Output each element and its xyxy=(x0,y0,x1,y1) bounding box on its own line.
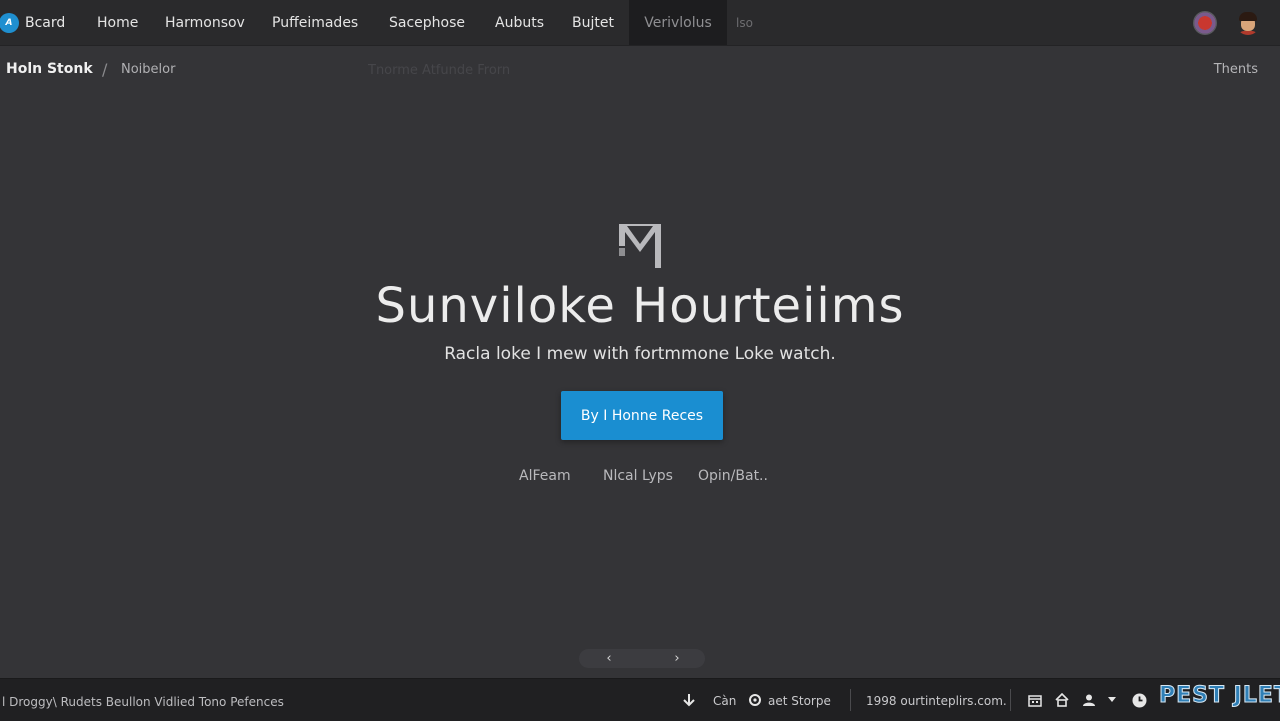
nav-item-active[interactable]: Verivlolus xyxy=(629,0,727,45)
home-icon[interactable] xyxy=(1053,691,1071,709)
hero-cta-button[interactable]: By I Honne Reces xyxy=(561,391,723,440)
breadcrumb-faded-label: Tnorme Atfunde Frorn xyxy=(368,63,511,78)
breadcrumb-root[interactable]: Holn Stonk xyxy=(6,61,93,77)
carousel-pager: ‹ › xyxy=(579,649,705,668)
nav-item-faded[interactable]: lso xyxy=(736,0,753,45)
nav-item-bujtet[interactable]: Bujtet xyxy=(572,0,614,45)
hero-title: Sunviloke Hourteiims xyxy=(375,278,905,334)
nav-item-sacephose[interactable]: Sacephose xyxy=(389,0,465,45)
chevron-right-icon[interactable]: › xyxy=(667,649,687,668)
clock-icon[interactable] xyxy=(1130,691,1148,709)
status-text: l Droggy\ Rudets Beullon Vidlied Tono Pe… xyxy=(2,695,284,709)
hero-link-alfeam[interactable]: AlFeam xyxy=(519,468,571,484)
status-item-can[interactable]: Càn xyxy=(713,692,736,710)
status-item-storpe[interactable]: aet Storpe xyxy=(768,692,831,710)
breadcrumb-current[interactable]: Noibelor xyxy=(121,62,175,77)
themes-link[interactable]: Thents xyxy=(1214,62,1258,77)
download-arrow-icon[interactable] xyxy=(680,691,698,709)
status-divider xyxy=(1010,689,1011,711)
user-avatar[interactable] xyxy=(1236,11,1260,35)
top-nav: A Bcard Home Harmonsov Puffeimades Sacep… xyxy=(0,0,1280,46)
brand[interactable]: A Bcard xyxy=(0,0,65,45)
user-icon[interactable] xyxy=(1080,691,1098,709)
avatar-hair xyxy=(1239,12,1257,21)
notification-avatar-icon[interactable] xyxy=(1193,11,1217,35)
nav-item-harmonsov[interactable]: Harmonsov xyxy=(165,0,245,45)
settings-gear-icon[interactable] xyxy=(746,691,764,709)
chevron-down-icon[interactable] xyxy=(1103,691,1121,709)
calendar-icon[interactable] xyxy=(1026,691,1044,709)
nav-item-puffeimades[interactable]: Puffeimades xyxy=(272,0,358,45)
nav-item-home[interactable]: Home xyxy=(97,0,138,45)
brand-logo-icon: A xyxy=(0,12,19,33)
status-bar: l Droggy\ Rudets Beullon Vidlied Tono Pe… xyxy=(0,678,1280,721)
hero-link-opin-bat[interactable]: Opin/Bat.. xyxy=(698,468,768,484)
nav-item-aubuts[interactable]: Aubuts xyxy=(495,0,544,45)
breadcrumb: Holn Stonk / Noibelor Tnorme Atfunde Fro… xyxy=(0,46,1280,94)
brand-label: Bcard xyxy=(25,14,66,31)
status-divider xyxy=(850,689,851,711)
chevron-left-icon[interactable]: ‹ xyxy=(599,649,619,668)
status-url[interactable]: 1998 ourtinteplirs.com. xyxy=(866,692,1007,710)
hero-link-nlcal-lyps[interactable]: Nlcal Lyps xyxy=(603,468,673,484)
avatar-shirt xyxy=(1238,31,1258,35)
hero-logo-icon xyxy=(619,224,661,268)
breadcrumb-separator: / xyxy=(102,60,108,79)
hero-subtitle: Racla loke I mew with fortmmone Loke wat… xyxy=(444,344,836,364)
watermark-logo: PEST JLET xyxy=(1159,683,1280,709)
